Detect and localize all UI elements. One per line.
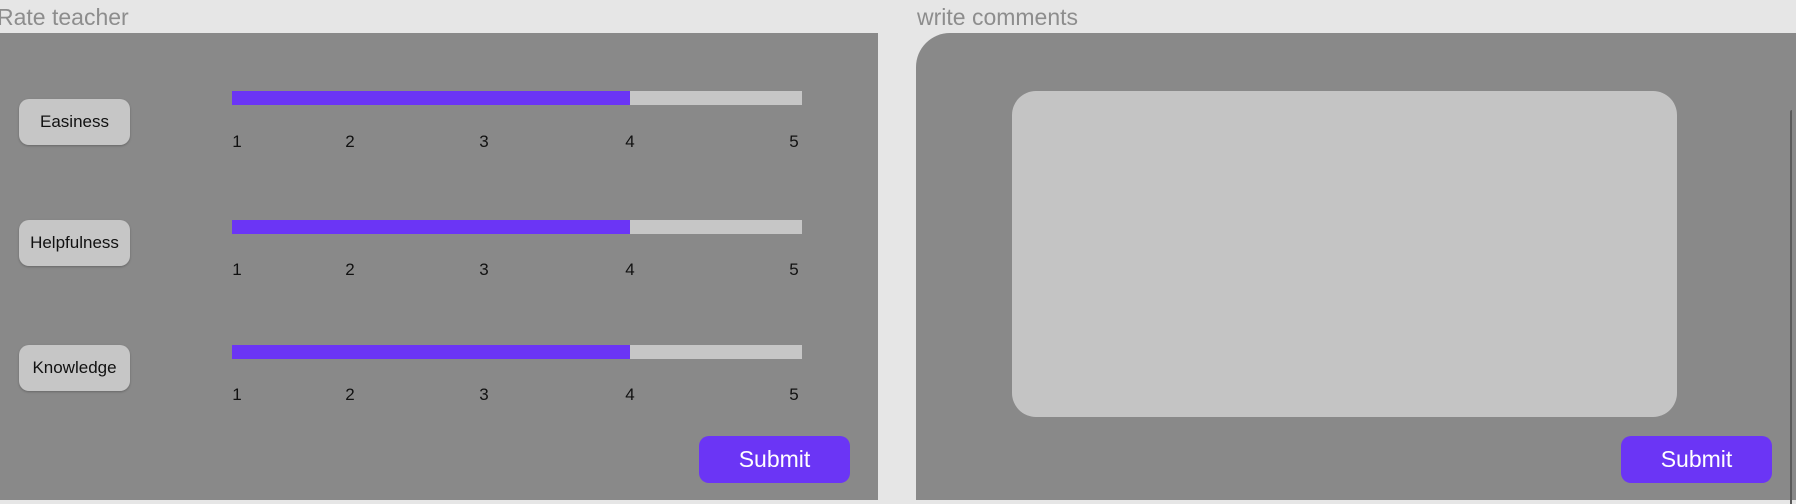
panel-edge-divider (1790, 110, 1792, 504)
write-comments-title: write comments (917, 4, 1079, 30)
scale-tick-label: 4 (625, 385, 635, 404)
scale-tick-label: 1 (232, 132, 242, 151)
scale-tick-label: 3 (479, 260, 489, 279)
rating-fill-knowledge (232, 345, 630, 359)
scale-tick-label: 2 (345, 385, 355, 404)
scale-tick-label: 4 (625, 260, 635, 279)
criterion-label-easiness: Easiness (19, 99, 130, 145)
scale-tick-label: 3 (479, 385, 489, 404)
comments-submit-button[interactable]: Submit (1621, 436, 1772, 483)
rating-fill-helpfulness (232, 220, 630, 234)
scale-tick-label: 3 (479, 132, 489, 151)
comment-textarea[interactable] (1012, 91, 1677, 417)
rating-slider-helpfulness[interactable] (232, 220, 802, 234)
scale-tick-label: 5 (789, 132, 799, 151)
scale-tick-label: 2 (345, 260, 355, 279)
rating-slider-easiness[interactable] (232, 91, 802, 105)
scale-tick-label: 5 (789, 385, 799, 404)
rating-fill-easiness (232, 91, 630, 105)
scale-tick-label: 1 (232, 260, 242, 279)
scale-tick-label: 5 (789, 260, 799, 279)
criterion-label-knowledge: Knowledge (19, 345, 130, 391)
scale-tick-label: 4 (625, 132, 635, 151)
scale-tick-label: 2 (345, 132, 355, 151)
rating-slider-knowledge[interactable] (232, 345, 802, 359)
scale-tick-label: 1 (232, 385, 242, 404)
rate-teacher-title: Rate teacher (0, 4, 129, 30)
criterion-label-helpfulness: Helpfulness (19, 220, 130, 266)
rate-submit-button[interactable]: Submit (699, 436, 850, 483)
